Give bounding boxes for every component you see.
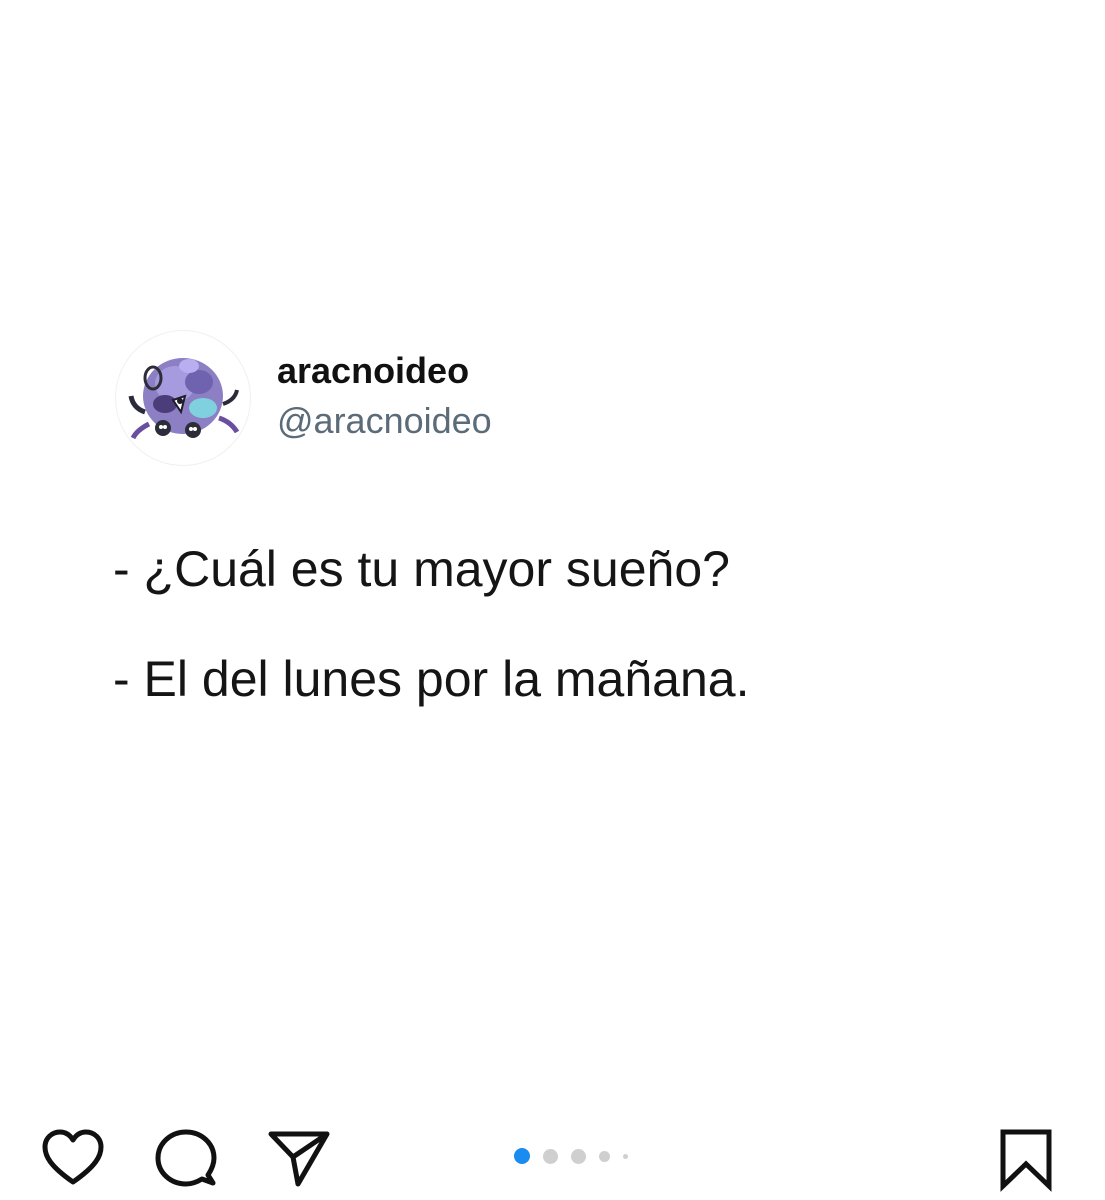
- user-handle[interactable]: @aracnoideo: [277, 394, 492, 448]
- carousel-indicator: [514, 1148, 641, 1164]
- bookmark-icon[interactable]: [993, 1126, 1059, 1192]
- user-info: aracnoideo @aracnoideo: [277, 348, 492, 448]
- carousel-dot: [623, 1153, 628, 1159]
- carousel-dot: [514, 1148, 530, 1164]
- share-icon[interactable]: [266, 1126, 332, 1192]
- avatar[interactable]: [115, 330, 251, 466]
- heart-icon[interactable]: [40, 1126, 106, 1192]
- comment-icon[interactable]: [153, 1126, 219, 1192]
- spider-creature-avatar-icon: [128, 358, 240, 440]
- tweet-line-answer: - El del lunes por la mañana.: [113, 651, 750, 707]
- tweet-header: aracnoideo @aracnoideo: [115, 330, 492, 466]
- display-name[interactable]: aracnoideo: [277, 348, 492, 394]
- carousel-dot: [543, 1148, 558, 1164]
- tweet-text: - ¿Cuál es tu mayor sueño? - El del lune…: [113, 540, 749, 760]
- tweet-line-question: - ¿Cuál es tu mayor sueño?: [113, 541, 730, 597]
- carousel-dot: [571, 1148, 586, 1164]
- instagram-post: aracnoideo @aracnoideo - ¿Cuál es tu may…: [0, 0, 1105, 1200]
- post-action-bar: [0, 1120, 1105, 1192]
- carousel-dot: [599, 1150, 610, 1162]
